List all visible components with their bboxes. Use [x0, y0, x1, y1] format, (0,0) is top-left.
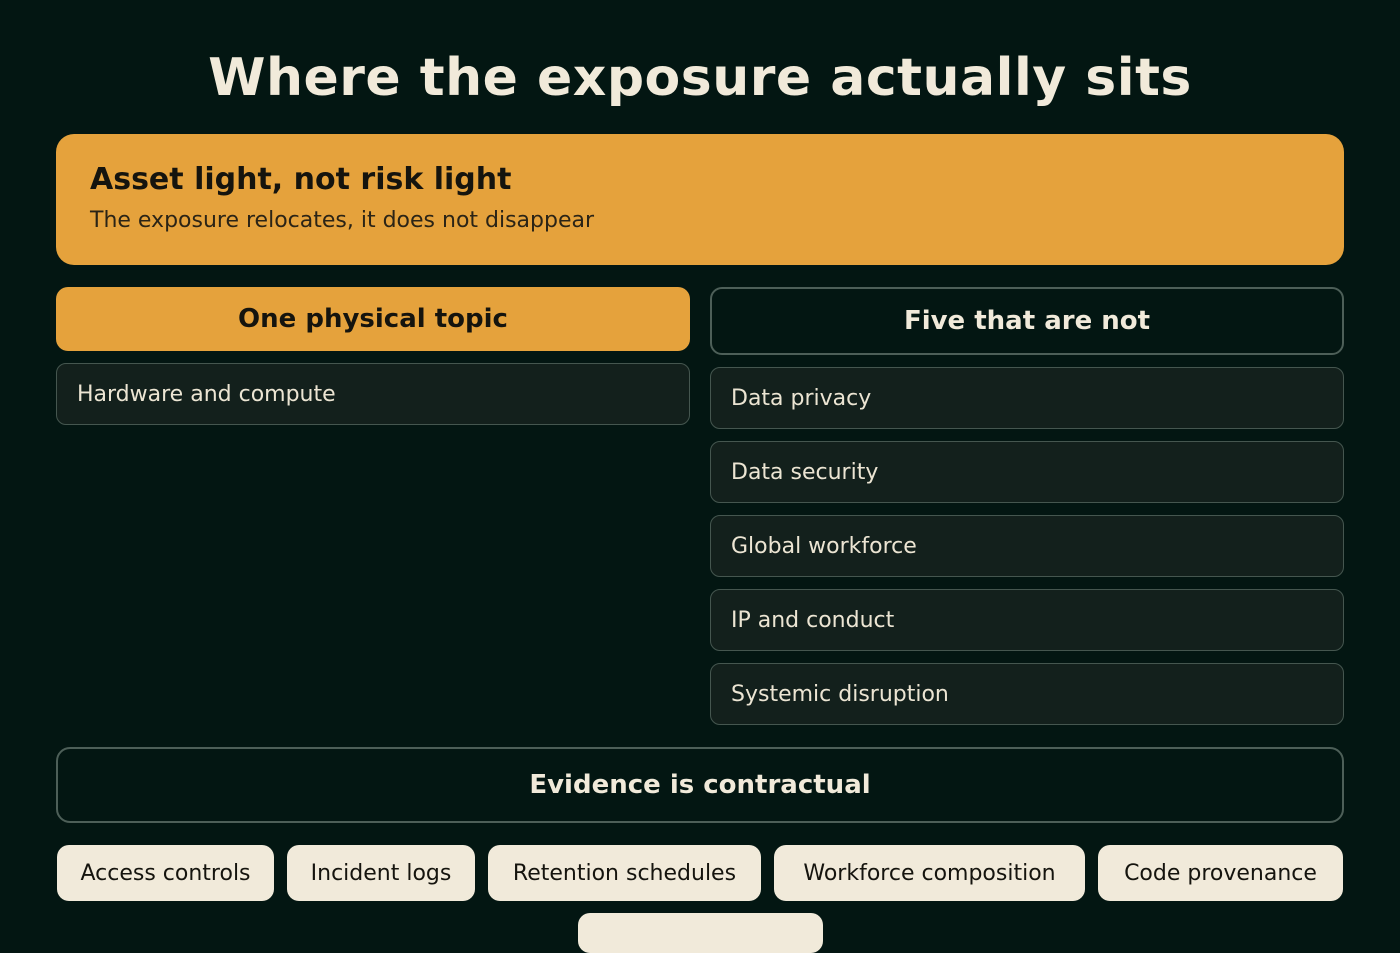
summary-banner: Asset light, not risk light The exposure…	[56, 134, 1344, 265]
topic-item-data-privacy: Data privacy	[710, 367, 1344, 429]
evidence-chip-incident-logs: Incident logs	[287, 845, 475, 901]
topic-item-global-workforce: Global workforce	[710, 515, 1344, 577]
topic-item-systemic-disruption: Systemic disruption	[710, 663, 1344, 725]
evidence-chip-retention-schedules: Retention schedules	[488, 845, 761, 901]
topic-item-ip-conduct: IP and conduct	[710, 589, 1344, 651]
evidence-chip-code-provenance: Code provenance	[1098, 845, 1343, 901]
evidence-heading: Evidence is contractual	[56, 747, 1344, 823]
page-title: Where the exposure actually sits	[208, 48, 1192, 108]
banner-title: Asset light, not risk light	[90, 162, 512, 197]
evidence-chip-workforce-composition: Workforce composition	[774, 845, 1085, 901]
evidence-chip-access-controls: Access controls	[57, 845, 274, 901]
physical-topic-heading: One physical topic	[56, 287, 690, 351]
evidence-chip-overflow	[578, 913, 823, 953]
topic-item-hardware: Hardware and compute	[56, 363, 690, 425]
banner-subtitle: The exposure relocates, it does not disa…	[90, 208, 595, 233]
topic-item-data-security: Data security	[710, 441, 1344, 503]
non-physical-heading: Five that are not	[710, 287, 1344, 355]
